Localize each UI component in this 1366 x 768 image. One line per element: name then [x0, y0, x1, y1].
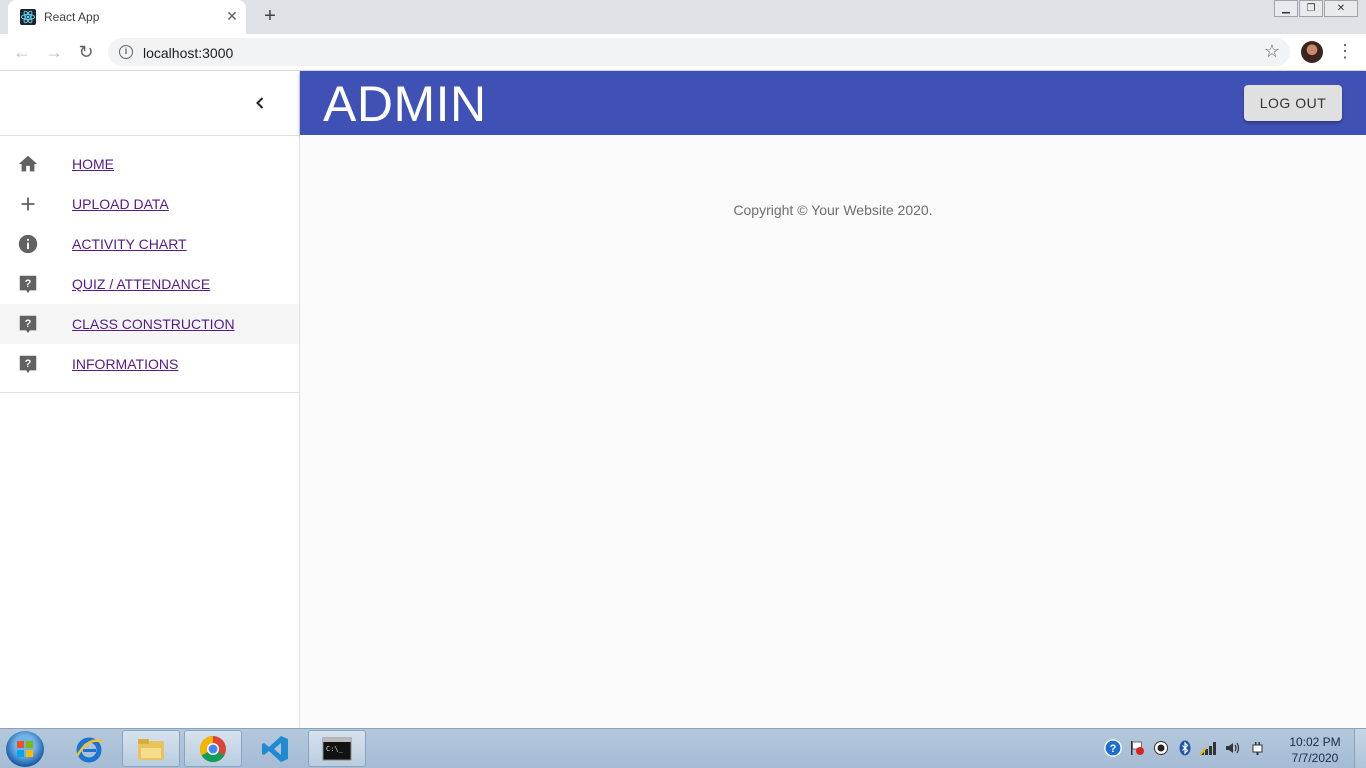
taskbar-ie[interactable] [60, 730, 118, 767]
chevron-left-icon[interactable] [250, 93, 270, 113]
browser-tabstrip: React App ✕ + ▁ ❐ ✕ [0, 0, 1366, 34]
browser-toolbar: ← → ↻ i localhost:3000 ☆ ⋮ [0, 34, 1366, 71]
help-icon: ? [19, 355, 37, 374]
sidebar-item-quiz-attendance[interactable]: ? QUIZ / ATTENDANCE [0, 264, 299, 304]
vscode-icon [262, 735, 288, 762]
tab-title: React App [44, 10, 100, 24]
show-desktop-button[interactable] [1354, 729, 1366, 768]
svg-text:?: ? [25, 278, 32, 290]
page-title: ADMIN [323, 76, 487, 132]
react-icon [20, 9, 36, 25]
logout-button[interactable]: LOG OUT [1244, 85, 1342, 121]
windows-logo-icon [17, 741, 33, 757]
taskbar-vscode[interactable] [246, 730, 304, 767]
sidebar-item-label[interactable]: QUIZ / ATTENDANCE [72, 276, 210, 292]
site-info-icon[interactable]: i [119, 45, 133, 59]
taskbar-chrome[interactable] [184, 730, 242, 767]
svg-text:?: ? [1110, 743, 1117, 755]
close-tab-icon[interactable]: ✕ [224, 8, 240, 25]
app-header: ADMIN LOG OUT [300, 71, 1366, 135]
profile-avatar[interactable] [1301, 41, 1323, 63]
system-clock[interactable]: 10:02 PM 7/7/2020 [1284, 734, 1346, 766]
system-tray: ? [1104, 739, 1266, 757]
sidebar-item-home[interactable]: HOME [0, 144, 299, 184]
reload-icon[interactable]: ↻ [74, 41, 98, 63]
folder-icon [138, 738, 164, 760]
chrome-icon [199, 735, 226, 762]
bluetooth-icon[interactable] [1176, 739, 1194, 757]
bookmark-star-icon[interactable]: ☆ [1264, 41, 1280, 62]
address-bar[interactable]: i localhost:3000 ☆ [108, 38, 1290, 66]
info-icon [18, 234, 38, 254]
network-signal-icon[interactable] [1200, 739, 1218, 757]
svg-text:?: ? [25, 358, 32, 370]
svg-text:C:\_: C:\_ [326, 745, 344, 753]
home-icon [18, 155, 38, 172]
sidebar-item-upload-data[interactable]: UPLOAD DATA [0, 184, 299, 224]
action-center-flag-icon[interactable] [1128, 739, 1146, 757]
help-icon: ? [19, 315, 37, 334]
svg-text:?: ? [25, 318, 32, 330]
browser-tab[interactable]: React App ✕ [8, 0, 246, 34]
close-window-icon[interactable]: ✕ [1324, 0, 1358, 17]
restore-icon[interactable]: ❐ [1299, 0, 1323, 17]
back-icon[interactable]: ← [10, 41, 34, 63]
help-icon: ? [19, 275, 37, 294]
volume-icon[interactable] [1224, 739, 1242, 757]
record-tray-icon[interactable] [1152, 739, 1170, 757]
command-prompt-icon: C:\_ [322, 737, 352, 760]
sidebar-item-label[interactable]: INFORMATIONS [72, 356, 178, 372]
clock-time: 10:02 PM [1289, 735, 1341, 749]
taskbar-explorer[interactable] [122, 730, 180, 767]
start-button[interactable] [6, 731, 44, 767]
window-controls: ▁ ❐ ✕ [1273, 0, 1358, 18]
internet-explorer-icon [75, 737, 103, 762]
taskbar-cmd[interactable]: C:\_ [308, 730, 366, 767]
sidebar-item-label[interactable]: CLASS CONSTRUCTION [72, 316, 235, 332]
new-tab-icon[interactable]: + [258, 5, 282, 28]
main-content: Copyright © Your Website 2020. [300, 135, 1366, 728]
plus-icon [21, 197, 35, 211]
sidebar-item-label[interactable]: UPLOAD DATA [72, 196, 169, 212]
sidebar-item-label[interactable]: ACTIVITY CHART [72, 236, 187, 252]
sidebar-item-class-construction[interactable]: ? CLASS CONSTRUCTION [0, 304, 299, 344]
sidebar-item-activity-chart[interactable]: ACTIVITY CHART [0, 224, 299, 264]
sidebar-nav: HOME UPLOAD DATA ACTIVITY CHART ? QUIZ /… [0, 136, 299, 393]
browser-menu-icon[interactable]: ⋮ [1336, 40, 1354, 62]
forward-icon[interactable]: → [42, 41, 66, 63]
sidebar-item-label[interactable]: HOME [72, 156, 114, 172]
help-tray-icon[interactable]: ? [1104, 739, 1122, 757]
url-text[interactable]: localhost:3000 [143, 45, 233, 61]
sidebar-header [0, 71, 299, 136]
sidebar: HOME UPLOAD DATA ACTIVITY CHART ? QUIZ /… [0, 71, 300, 728]
sidebar-item-informations[interactable]: ? INFORMATIONS [0, 344, 299, 384]
clock-date: 7/7/2020 [1291, 751, 1339, 765]
taskbar: C:\_ ? 10:02 PM 7/7/2020 [0, 728, 1366, 768]
minimize-icon[interactable]: ▁ [1274, 0, 1298, 17]
power-plug-icon[interactable] [1248, 739, 1266, 757]
copyright-text: Copyright © Your Website 2020. [733, 202, 933, 218]
